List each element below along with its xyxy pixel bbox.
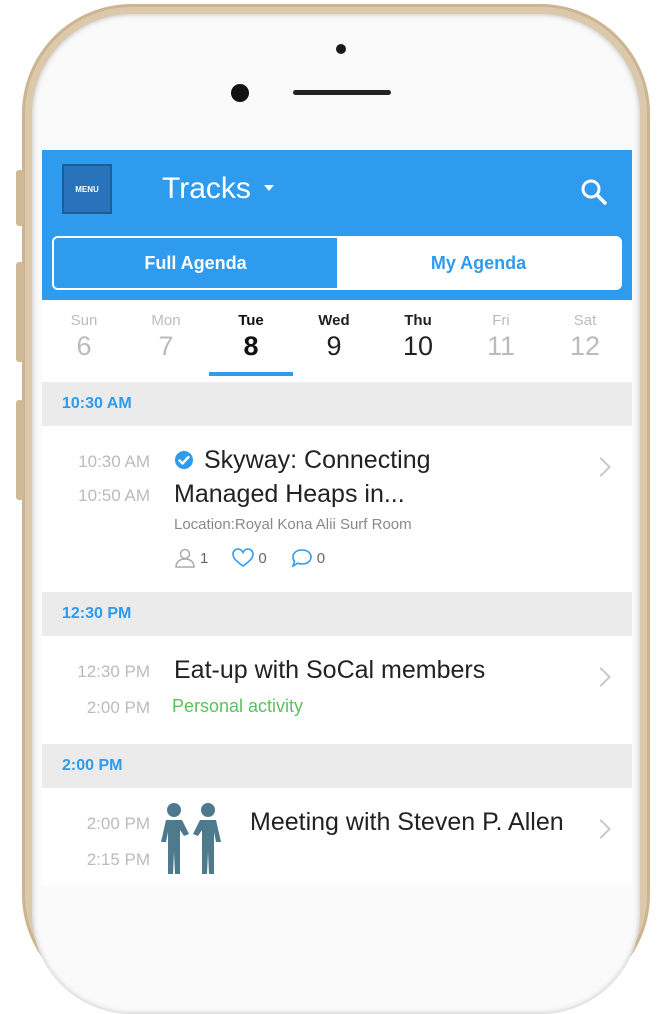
day-name: Wed <box>318 312 350 329</box>
day-number: 11 <box>486 331 516 361</box>
event-category: Personal activity <box>172 696 304 716</box>
verified-check-icon <box>175 451 193 469</box>
event-title: Meeting with Steven P. Allen <box>250 808 564 836</box>
time-section-header: 12:30 PM <box>42 592 632 636</box>
day-item-mon[interactable]: Mon 7 <box>136 312 196 362</box>
event-location: Location:Royal Kona Alii Surf Room <box>174 516 412 533</box>
tab-full-agenda[interactable]: Full Agenda <box>54 238 337 288</box>
proximity-sensor <box>231 84 249 102</box>
day-item-sat[interactable]: Sat 12 <box>555 312 615 362</box>
chevron-right-icon[interactable] <box>591 819 611 839</box>
day-name: Thu <box>404 312 432 329</box>
event-title: Skyway: Connecting <box>204 446 431 474</box>
person-icon <box>175 548 195 568</box>
chevron-right-icon[interactable] <box>591 457 611 477</box>
event-stats: 1 0 0 <box>174 548 349 568</box>
front-camera <box>336 44 346 54</box>
day-name: Sat <box>573 312 597 329</box>
day-name: Mon <box>151 312 181 329</box>
agenda-item[interactable]: 12:30 PM 2:00 PM Eat-up with SoCal membe… <box>42 636 632 736</box>
event-start-time: 2:00 PM <box>86 814 150 833</box>
day-number: 9 <box>326 331 342 361</box>
event-title-continued: Managed Heaps in... <box>174 480 405 508</box>
event-title: Eat-up with SoCal members <box>174 656 486 684</box>
comment-count-value: 0 <box>316 549 326 567</box>
day-name: Tue <box>238 312 264 329</box>
day-item-fri[interactable]: Fri 11 <box>471 312 531 362</box>
tab-my-agenda[interactable]: My Agenda <box>337 238 620 288</box>
meeting-people-icon <box>161 803 221 874</box>
search-icon[interactable] <box>580 178 608 206</box>
event-start-time: 12:30 PM <box>77 662 150 681</box>
day-item-sun[interactable]: Sun 6 <box>54 312 114 362</box>
day-item-thu[interactable]: Thu 10 <box>388 312 448 362</box>
like-count-value: 0 <box>258 549 267 567</box>
page-title[interactable]: Tracks <box>162 172 251 206</box>
app-screen: MENU Tracks Full Agenda My Agenda Sun 6 … <box>42 150 632 885</box>
day-number: 8 <box>243 331 259 361</box>
day-item-wed[interactable]: Wed 9 <box>304 312 364 362</box>
day-name: Sun <box>70 312 98 329</box>
day-number: 10 <box>402 331 434 361</box>
caret-down-icon[interactable] <box>264 185 274 191</box>
day-selector: Sun 6 Mon 7 Tue 8 Wed 9 Thu 10 Fri 11 Sa… <box>42 300 632 380</box>
like-count[interactable]: 0 <box>232 548 267 568</box>
day-number: 7 <box>158 331 174 361</box>
attendee-count: 1 <box>174 548 208 568</box>
menu-button[interactable]: MENU <box>62 164 112 214</box>
comment-icon <box>291 549 312 568</box>
side-button <box>16 262 24 362</box>
day-item-tue[interactable]: Tue 8 <box>221 312 281 362</box>
agenda-item[interactable]: 10:30 AM 10:50 AM Skyway: Connecting Man… <box>42 426 632 588</box>
attendee-count-value: 1 <box>200 549 209 567</box>
side-button <box>16 400 24 500</box>
heart-icon <box>232 548 255 567</box>
event-end-time: 2:00 PM <box>86 698 150 717</box>
time-section-header: 10:30 AM <box>42 382 632 426</box>
earpiece-speaker <box>293 90 391 95</box>
day-name: Fri <box>492 312 510 329</box>
agenda-segmented-control: Full Agenda My Agenda <box>52 236 622 290</box>
event-end-time: 2:15 PM <box>86 850 150 869</box>
time-section-header: 2:00 PM <box>42 744 632 788</box>
event-end-time: 10:50 AM <box>78 486 150 505</box>
day-number: 6 <box>76 331 92 361</box>
app-header: MENU Tracks Full Agenda My Agenda <box>42 150 632 300</box>
day-number: 12 <box>569 331 601 361</box>
selected-day-indicator <box>209 372 293 376</box>
agenda-item[interactable]: 2:00 PM 2:15 PM Meeting with Steven P. A… <box>42 788 632 885</box>
chevron-right-icon[interactable] <box>591 667 611 687</box>
comment-count[interactable]: 0 <box>291 548 325 568</box>
event-start-time: 10:30 AM <box>78 452 150 471</box>
side-button <box>16 170 24 226</box>
